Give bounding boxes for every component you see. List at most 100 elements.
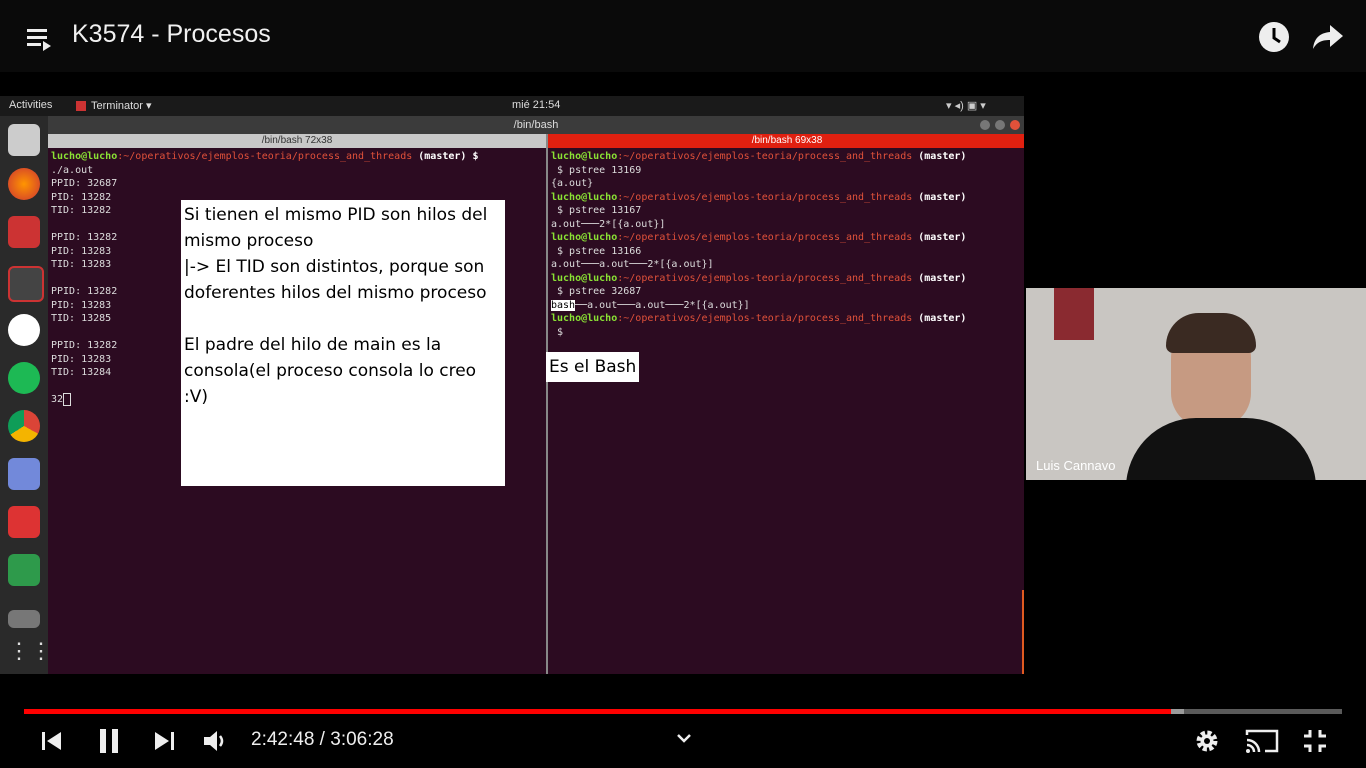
- files-icon: [8, 124, 40, 156]
- volume-icon[interactable]: [200, 727, 230, 755]
- firefox-icon: [8, 168, 40, 200]
- pane-header-right: /bin/bash 69x38: [548, 134, 1024, 148]
- time-current: 2:42:48: [251, 729, 315, 750]
- progress-played[interactable]: [24, 709, 1171, 714]
- terminal-command: $ pstree 13167: [551, 205, 642, 216]
- video-frame[interactable]: Activities Terminator ▾ mié 21:54 ▾ ◂) ▣…: [0, 96, 1024, 674]
- terminal-output: {a.out}: [551, 178, 594, 189]
- cursor: [63, 393, 72, 406]
- note-line: mismo proceso: [184, 231, 314, 251]
- scrollbar[interactable]: [1022, 590, 1024, 674]
- terminal-line: TID: 13285: [51, 313, 112, 324]
- next-icon[interactable]: [150, 728, 180, 754]
- terminal-command: $ pstree 13169: [551, 164, 642, 176]
- terminal-output-right: lucho@lucho:~/operativos/ejemplos-teoria…: [551, 150, 966, 339]
- drive-icon: [8, 610, 40, 628]
- watch-later-icon[interactable]: [1256, 19, 1292, 55]
- terminal-line: PID: 13282: [51, 191, 112, 203]
- note-line: [184, 306, 502, 332]
- note-line: Si tienen el mismo PID son hilos del: [184, 205, 488, 225]
- terminal-line: TID: 13282: [51, 205, 112, 216]
- prompt-user: lucho@lucho: [551, 313, 618, 324]
- close-window-icon: [1010, 120, 1020, 130]
- time-display: 2:42:48 / 3:06:28: [251, 729, 394, 751]
- note-line: consola(el proceso consola lo creo :V): [184, 361, 477, 407]
- terminal-pane-right[interactable]: /bin/bash 69x38 lucho@lucho:~/operativos…: [546, 134, 1024, 674]
- terminal-line: TID: 13283: [51, 259, 112, 270]
- share-icon[interactable]: [1310, 20, 1346, 54]
- participant-name: Luis Cannavo: [1036, 458, 1116, 473]
- prompt-branch: (master) $: [412, 151, 479, 162]
- note-line: doferentes hilos del mismo proceso: [184, 283, 487, 303]
- prompt-user: lucho@lucho: [551, 191, 618, 203]
- terminal-output: a.out───a.out───2*[{a.out}]: [551, 259, 714, 270]
- prompt-branch: (master): [912, 191, 967, 203]
- terminal-output: a.out───2*[{a.out}]: [551, 218, 666, 230]
- chevron-down-icon[interactable]: [672, 728, 696, 748]
- prompt-user: lucho@lucho: [551, 151, 618, 162]
- cast-icon[interactable]: [1244, 726, 1280, 756]
- annotation-note-right: Es el Bash: [546, 352, 640, 382]
- annotation-note-left: Si tienen el mismo PID son hilos del mis…: [181, 200, 505, 486]
- terminal-line: PPID: 13282: [51, 340, 118, 351]
- previous-icon[interactable]: [36, 728, 66, 754]
- prompt-path: :~/operativos/ejemplos-teoria/process_an…: [117, 151, 413, 162]
- time-separator: /: [314, 729, 331, 750]
- settings-tool-icon: [8, 216, 40, 248]
- terminal-line: PPID: 32687: [51, 178, 118, 189]
- webcam-video: Luis Cannavo: [1026, 288, 1366, 480]
- highlighted-bash: bash: [551, 299, 576, 311]
- playlist-icon[interactable]: [24, 22, 56, 54]
- chrome-icon: [8, 410, 40, 442]
- terminal-line: TID: 13284: [51, 367, 112, 378]
- terminator-icon: [8, 266, 44, 302]
- rubymine-icon: [8, 506, 40, 538]
- prompt-path: :~/operativos/ejemplos-teoria/process_an…: [617, 272, 913, 284]
- minimize-icon: [980, 120, 990, 130]
- person-shirt: [1126, 418, 1316, 480]
- pane-header-left: /bin/bash 72x38: [48, 134, 546, 148]
- video-title[interactable]: K3574 - Procesos: [72, 20, 271, 49]
- terminator-app-icon: [76, 101, 86, 111]
- prompt-user: lucho@lucho: [51, 151, 118, 162]
- terminal-line: PPID: 13282: [51, 286, 118, 297]
- prompt-path: :~/operativos/ejemplos-teoria/process_an…: [617, 313, 913, 324]
- terminal-line: ./a.out: [51, 164, 94, 176]
- spreadsheet-icon: [8, 554, 40, 586]
- app-grid-icon: ⋮⋮: [8, 638, 52, 663]
- ubuntu-dock: ⋮⋮: [0, 116, 52, 674]
- exit-fullscreen-icon[interactable]: [1300, 726, 1330, 756]
- clock-label: mié 21:54: [512, 99, 561, 111]
- prompt-path: :~/operativos/ejemplos-teoria/process_an…: [617, 151, 913, 162]
- terminal-line: PPID: 13282: [51, 232, 118, 243]
- prompt-path: :~/operativos/ejemplos-teoria/process_an…: [617, 191, 913, 203]
- prompt-branch: (master): [912, 232, 967, 243]
- terminator-app-label: Terminator ▾: [91, 100, 152, 112]
- prompt-path: :~/operativos/ejemplos-teoria/process_an…: [617, 232, 913, 243]
- spotify-icon: [8, 362, 40, 394]
- window-title: /bin/bash: [48, 116, 1024, 134]
- activities-label: Activities: [9, 99, 53, 111]
- slack-icon: [8, 314, 40, 346]
- note-line: El padre del hilo de main es la: [184, 335, 442, 355]
- terminal-output: ──a.out───a.out───2*[{a.out}]: [575, 299, 750, 311]
- prompt-user: lucho@lucho: [551, 272, 618, 284]
- prompt-branch: (master): [912, 272, 967, 284]
- terminal-command: $ pstree 13166: [551, 245, 642, 257]
- maximize-icon: [995, 120, 1005, 130]
- note-line: |-> El TID son distintos, porque son: [184, 257, 485, 277]
- terminal-line: 32: [51, 394, 64, 405]
- terminal-line: PID: 13283: [51, 245, 112, 257]
- prompt-branch: (master): [912, 313, 967, 324]
- wall-poster: [1054, 288, 1094, 340]
- terminal-command: $: [551, 326, 564, 338]
- time-total: 3:06:28: [330, 729, 394, 750]
- terminal-line: PID: 13283: [51, 353, 112, 365]
- person-hair: [1166, 313, 1256, 353]
- prompt-branch: (master): [912, 151, 967, 162]
- settings-gear-icon[interactable]: [1192, 726, 1222, 756]
- terminal-command: $ pstree 32687: [551, 286, 642, 297]
- discord-icon: [8, 458, 40, 490]
- terminal-line: PID: 13283: [51, 299, 112, 311]
- pause-icon[interactable]: [94, 726, 124, 756]
